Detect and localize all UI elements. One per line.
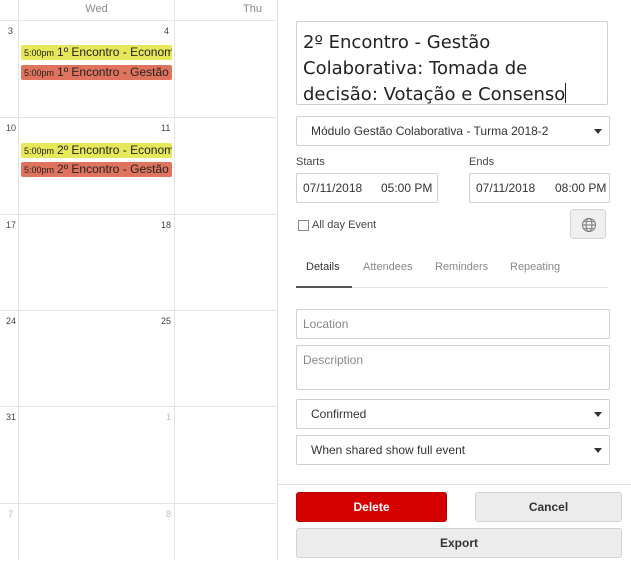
- export-button[interactable]: Export: [296, 528, 622, 558]
- starts-label: Starts: [296, 156, 325, 168]
- chevron-down-icon: [594, 129, 602, 134]
- day-number[interactable]: 17: [6, 220, 16, 230]
- day-number[interactable]: 18: [161, 220, 171, 230]
- day-number[interactable]: 3: [8, 26, 13, 36]
- ends-label: Ends: [469, 156, 495, 168]
- day-number[interactable]: 8: [166, 509, 171, 519]
- all-day-checkbox[interactable]: [298, 220, 309, 231]
- calendar-event[interactable]: 5:00pm2º Encontro - Gestão Colaborativa: [21, 162, 172, 177]
- description-placeholder: Description: [303, 353, 364, 367]
- chevron-down-icon: [594, 448, 602, 453]
- event-time: 5:00pm: [24, 48, 55, 58]
- status-select-value: Confirmed: [311, 407, 367, 421]
- tab-attendees[interactable]: Attendees: [363, 261, 413, 273]
- chevron-down-icon: [594, 412, 602, 417]
- calendar-grid: Wed Thu 3 4 5:00pm1º Encontro - Economia…: [0, 0, 276, 560]
- day-number[interactable]: 31: [6, 412, 16, 422]
- editor-footer: Delete Cancel Export: [278, 484, 631, 561]
- share-visibility-select[interactable]: When shared show full event: [296, 435, 610, 465]
- event-title: 2º Encontro - Gestão Colaborativa: [57, 162, 172, 176]
- column-header-wed: Wed: [85, 3, 108, 15]
- start-date[interactable]: 07/11/2018: [303, 174, 362, 202]
- tab-details[interactable]: Details: [306, 261, 340, 273]
- event-editor-panel: 2º Encontro - Gestão Colaborativa: Tomad…: [277, 0, 631, 561]
- end-date[interactable]: 07/11/2018: [476, 174, 535, 202]
- week-row: 3 4 5:00pm1º Encontro - Economia Colabor…: [0, 20, 276, 118]
- event-title: 2º Encontro - Economia Colaborativa: [57, 143, 172, 157]
- week-row: 7 8: [0, 503, 276, 560]
- event-title-text: 2º Encontro - Gestão Colaborativa: Tomad…: [303, 32, 566, 105]
- globe-icon: [582, 218, 596, 232]
- calendar-select-value: Módulo Gestão Colaborativa - Turma 2018-…: [311, 124, 549, 138]
- start-datetime-input[interactable]: 07/11/2018 05:00 PM: [296, 173, 438, 203]
- description-input[interactable]: Description: [296, 345, 610, 390]
- calendar-select[interactable]: Módulo Gestão Colaborativa - Turma 2018-…: [296, 116, 610, 146]
- week-row: 17 18: [0, 214, 276, 311]
- calendar-event[interactable]: 5:00pm2º Encontro - Economia Colaborativ…: [21, 143, 172, 158]
- day-number[interactable]: 1: [166, 412, 171, 422]
- status-select[interactable]: Confirmed: [296, 399, 610, 429]
- week-row: 10 11 5:00pm2º Encontro - Economia Colab…: [0, 117, 276, 215]
- week-row: 31 1: [0, 406, 276, 504]
- share-visibility-value: When shared show full event: [311, 443, 466, 457]
- start-time[interactable]: 05:00 PM: [381, 174, 432, 202]
- day-number[interactable]: 24: [6, 316, 16, 326]
- tab-reminders[interactable]: Reminders: [435, 261, 488, 273]
- event-time: 5:00pm: [24, 146, 55, 156]
- end-time[interactable]: 08:00 PM: [555, 174, 606, 202]
- editor-tabs: Details Attendees Reminders Repeating: [296, 257, 608, 288]
- active-tab-indicator: [296, 286, 352, 288]
- day-number[interactable]: 7: [8, 509, 13, 519]
- day-number[interactable]: 4: [164, 26, 169, 36]
- all-day-label: All day Event: [312, 219, 377, 231]
- event-time: 5:00pm: [24, 165, 55, 175]
- text-caret: [565, 83, 567, 103]
- week-row: 24 25: [0, 310, 276, 407]
- delete-button[interactable]: Delete: [296, 492, 447, 522]
- calendar-event[interactable]: 5:00pm1º Encontro - Gestão Colaborativa: [21, 65, 172, 80]
- end-datetime-input[interactable]: 07/11/2018 08:00 PM: [469, 173, 610, 203]
- event-title: 1º Encontro - Economia Colaborativa: [57, 45, 172, 59]
- event-time: 5:00pm: [24, 68, 55, 78]
- day-number[interactable]: 10: [6, 123, 16, 133]
- cancel-button[interactable]: Cancel: [475, 492, 622, 522]
- location-placeholder: Location: [303, 317, 349, 331]
- day-number[interactable]: 11: [161, 123, 170, 133]
- event-title: 1º Encontro - Gestão Colaborativa: [57, 65, 172, 79]
- calendar-header: Wed Thu: [0, 0, 276, 21]
- timezone-button[interactable]: [570, 209, 606, 239]
- day-number[interactable]: 25: [161, 316, 171, 326]
- tab-repeating[interactable]: Repeating: [510, 261, 560, 273]
- location-input[interactable]: Location: [296, 309, 610, 339]
- calendar-event[interactable]: 5:00pm1º Encontro - Economia Colaborativ…: [21, 45, 172, 60]
- event-title-input[interactable]: 2º Encontro - Gestão Colaborativa: Tomad…: [296, 21, 608, 105]
